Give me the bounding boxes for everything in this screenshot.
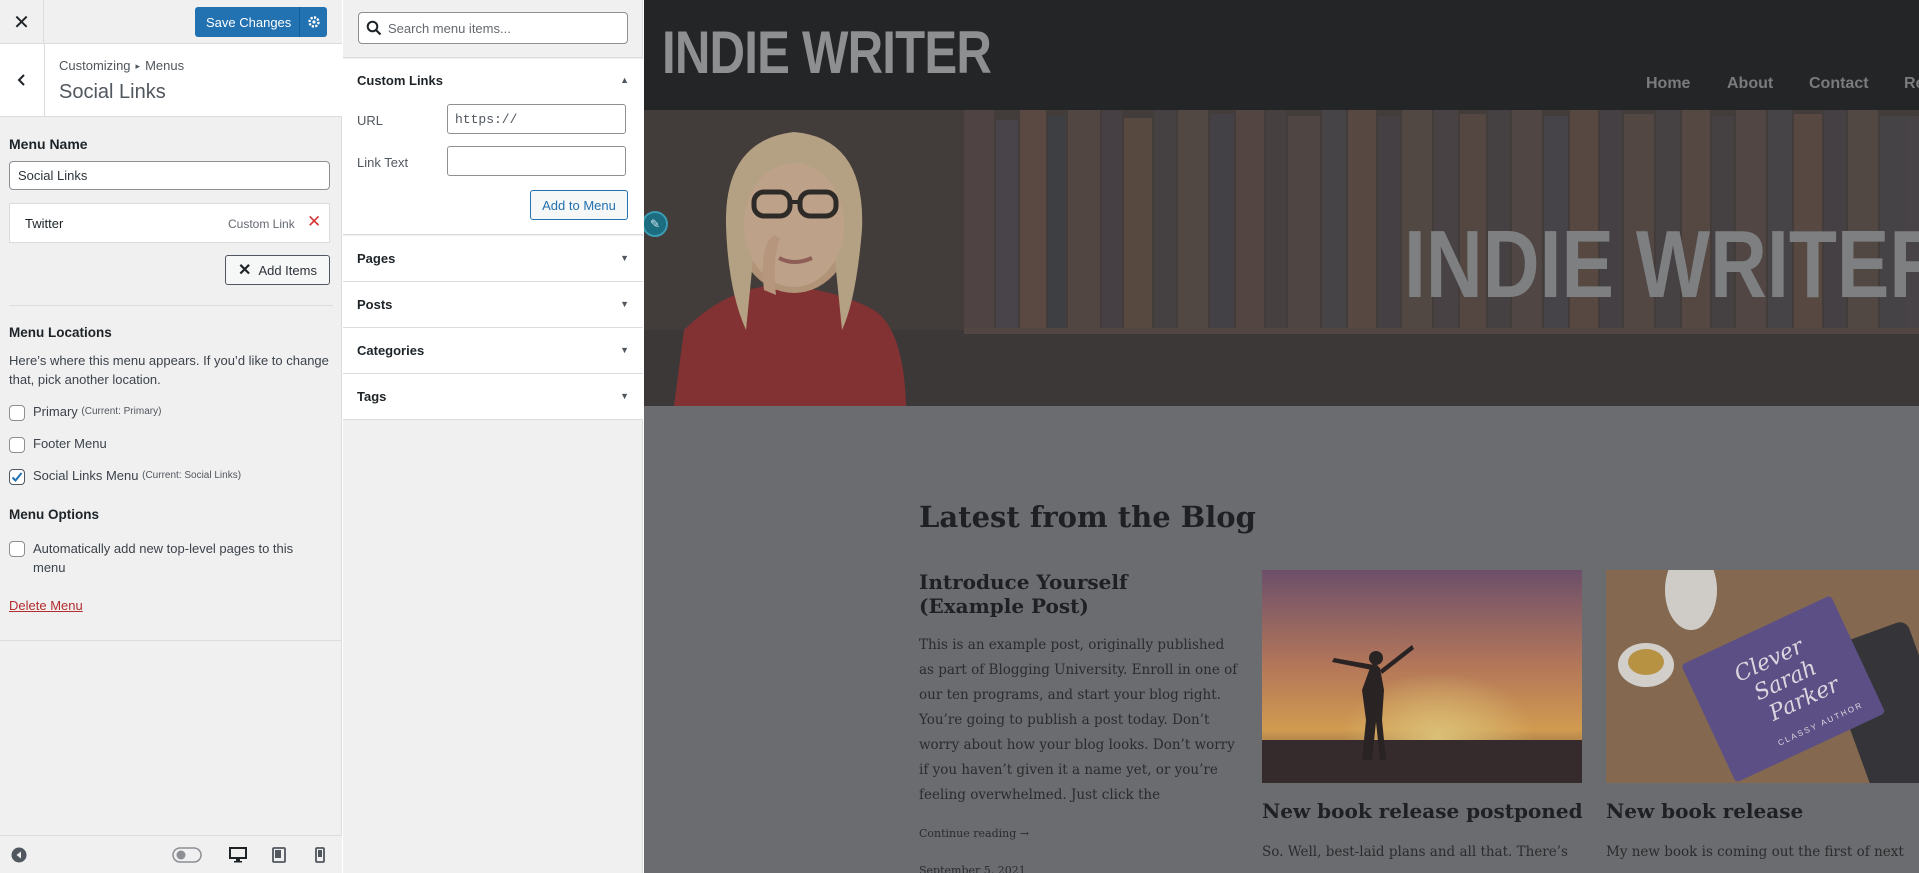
tablet-preview-icon[interactable] xyxy=(269,845,289,865)
chevron-left-icon xyxy=(17,74,25,86)
post-date: September 5, 2021 xyxy=(919,864,1026,873)
primary-checkbox[interactable] xyxy=(9,405,25,421)
auto-add-pages-option[interactable]: Automatically add new top-level pages to… xyxy=(9,540,309,577)
collapse-sidebar-icon[interactable] xyxy=(9,845,29,865)
site-preview[interactable]: INDIE WRITER Home About Contact Re xyxy=(644,0,1919,873)
expand-arrow-icon: ▼ xyxy=(620,391,629,401)
link-text-input[interactable] xyxy=(447,146,626,176)
link-text-label: Link Text xyxy=(357,155,409,170)
accordion-title: Categories xyxy=(357,343,425,358)
auto-add-pages-checkbox[interactable] xyxy=(9,541,25,557)
customizer-header: ✕ Save Changes xyxy=(0,0,342,44)
customizer-sidebar: ✕ Save Changes Customizing ▸ Menus Social … xyxy=(0,0,342,873)
menu-locations-heading: Menu Locations xyxy=(9,325,112,340)
menu-name-label: Menu Name xyxy=(9,136,88,152)
nav-more[interactable]: Re xyxy=(1904,75,1919,93)
site-header: INDIE WRITER Home About Contact Re xyxy=(644,0,1919,110)
nav-contact[interactable]: Contact xyxy=(1809,75,1869,93)
panel-title-section: Customizing ▸ Menus Social Links xyxy=(0,44,342,117)
customizer-footer xyxy=(0,835,342,873)
accordion-categories[interactable]: Categories ▼ xyxy=(343,328,643,374)
accordion-title: Tags xyxy=(357,389,387,404)
available-menu-items-panel: Custom Links ▲ URL Link Text Add to Menu… xyxy=(343,0,643,873)
location-note: (Current: Primary) xyxy=(81,406,162,417)
collapse-arrow-icon[interactable]: ▲ xyxy=(620,75,629,85)
post-title[interactable]: Introduce Yourself (Example Post) xyxy=(919,570,1189,618)
menu-item-title: Twitter xyxy=(25,216,64,231)
save-changes-button[interactable]: Save Changes xyxy=(195,7,327,37)
location-label: Social Links Menu xyxy=(33,468,139,483)
social-links-menu-checkbox[interactable] xyxy=(9,469,25,485)
checkmark-icon xyxy=(11,472,23,482)
publish-settings-gear-icon[interactable] xyxy=(299,7,327,37)
book-cover-image: Clever Sarah Parker CLASSY AUTHOR xyxy=(1606,570,1919,783)
location-note: (Current: Social Links) xyxy=(142,470,242,481)
location-primary[interactable]: Primary (Current: Primary) xyxy=(9,404,161,421)
sunset-silhouette-image xyxy=(1262,570,1582,783)
mobile-preview-icon[interactable] xyxy=(310,845,330,865)
location-social-links[interactable]: Social Links Menu (Current: Social Links… xyxy=(9,468,241,485)
auto-add-pages-label: Automatically add new top-level pages to… xyxy=(33,541,294,575)
desktop-preview-icon[interactable] xyxy=(228,845,248,865)
accordion-title: Pages xyxy=(357,251,396,266)
search-section xyxy=(343,0,643,58)
expand-arrow-icon: ▼ xyxy=(620,345,629,355)
site-title[interactable]: INDIE WRITER xyxy=(662,18,992,87)
back-button[interactable] xyxy=(0,44,45,116)
location-footer[interactable]: Footer Menu xyxy=(9,436,107,453)
menu-locations-description: Here’s where this menu appears. If you’d… xyxy=(9,353,329,387)
nav-about[interactable]: About xyxy=(1727,75,1773,93)
custom-links-title[interactable]: Custom Links xyxy=(357,73,443,88)
hero-title: INDIE WRITER xyxy=(1404,211,1919,318)
add-items-button[interactable]: ✕ Add Items xyxy=(225,255,330,285)
add-to-menu-button[interactable]: Add to Menu xyxy=(530,190,628,220)
breadcrumb-current: Menus xyxy=(145,58,185,73)
breadcrumb-separator-icon: ▸ xyxy=(135,61,141,71)
post-excerpt: My new book is coming out the first of n… xyxy=(1606,844,1904,860)
divider xyxy=(0,640,342,641)
post-image-sunset[interactable] xyxy=(1262,570,1582,783)
custom-links-section: Custom Links ▲ URL Link Text Add to Menu xyxy=(343,59,643,235)
menu-item-type: Custom Link xyxy=(228,217,295,231)
blog-heading: Latest from the Blog xyxy=(919,500,1256,534)
divider xyxy=(9,305,333,306)
location-label: Primary xyxy=(33,404,78,419)
page-title: Social Links xyxy=(59,81,166,103)
location-label: Footer Menu xyxy=(33,436,107,451)
url-label: URL xyxy=(357,113,384,128)
post-excerpt: So. Well, best-laid plans and all that. … xyxy=(1262,844,1568,860)
remove-item-icon[interactable]: ✕ xyxy=(307,212,321,232)
toggle-switch-icon[interactable] xyxy=(172,845,202,865)
post-title[interactable]: New book release postponed xyxy=(1262,799,1583,823)
delete-menu-link[interactable]: Delete Menu xyxy=(9,598,83,613)
url-input[interactable] xyxy=(447,104,626,134)
menu-name-input[interactable] xyxy=(9,161,330,190)
menu-item-twitter[interactable]: Twitter Custom Link ✕ xyxy=(9,203,330,243)
expand-arrow-icon: ▼ xyxy=(620,299,629,309)
add-items-label: Add Items xyxy=(258,262,317,278)
breadcrumb: Customizing ▸ Menus xyxy=(59,58,184,73)
menu-options-heading: Menu Options xyxy=(9,507,99,522)
accordion-posts[interactable]: Posts ▼ xyxy=(343,282,643,328)
breadcrumb-root: Customizing xyxy=(59,58,131,73)
footer-menu-checkbox[interactable] xyxy=(9,437,25,453)
hero-image: INDIE WRITER ✎ xyxy=(644,110,1919,406)
post-image-book[interactable]: Clever Sarah Parker CLASSY AUTHOR xyxy=(1606,570,1919,783)
accordion-pages[interactable]: Pages ▼ xyxy=(343,236,643,282)
search-icon xyxy=(366,20,382,36)
post-excerpt: This is an example post, originally publ… xyxy=(919,637,1238,803)
post-title[interactable]: New book release xyxy=(1606,799,1803,823)
search-menu-items-input[interactable] xyxy=(358,12,628,44)
accordion-tags[interactable]: Tags ▼ xyxy=(343,374,643,420)
close-customizer-button[interactable]: ✕ xyxy=(0,0,44,44)
save-changes-label[interactable]: Save Changes xyxy=(195,15,299,30)
continue-reading-link[interactable]: Continue reading → xyxy=(919,827,1029,840)
nav-home[interactable]: Home xyxy=(1646,75,1690,93)
accordion-title: Posts xyxy=(357,297,393,312)
expand-arrow-icon: ▼ xyxy=(620,253,629,263)
close-icon: ✕ xyxy=(238,262,252,279)
